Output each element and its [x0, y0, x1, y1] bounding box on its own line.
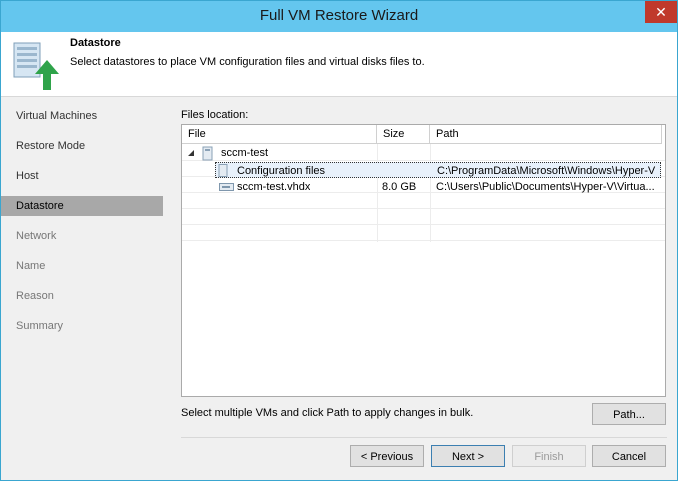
config-name: Configuration files — [237, 165, 326, 177]
step-name: Name — [16, 260, 46, 272]
step-network: Network — [16, 230, 57, 242]
title-bar: Full VM Restore Wizard ✕ — [1, 1, 677, 32]
column-header-size[interactable]: Size — [377, 125, 430, 144]
step-description: Select datastores to place VM configurat… — [70, 56, 425, 68]
column-header-path[interactable]: Path — [430, 125, 662, 144]
disk-size: 8.0 GB — [382, 181, 417, 193]
step-restore-mode[interactable]: Restore Mode — [1, 136, 163, 156]
step-title: Datastore — [70, 37, 121, 49]
disk-name: sccm-test.vhdx — [237, 181, 311, 193]
close-button[interactable]: ✕ — [645, 1, 677, 23]
vm-name: sccm-test — [221, 147, 269, 159]
datastore-upload-icon — [13, 42, 59, 90]
tree-row-configuration[interactable]: Configuration files C:\ProgramData\Micro… — [215, 162, 661, 178]
cancel-button[interactable]: Cancel — [592, 445, 666, 467]
files-table[interactable]: File Size Path ◢ sccm-test Configuration… — [181, 124, 666, 397]
step-datastore[interactable]: Datastore — [1, 196, 163, 216]
disk-path: C:\Users\Public\Documents\Hyper-V\Virtua… — [436, 181, 655, 193]
column-header-file[interactable]: File — [182, 125, 377, 144]
step-summary: Summary — [16, 320, 64, 332]
next-button[interactable]: Next > — [431, 445, 505, 467]
window-title: Full VM Restore Wizard — [259, 7, 419, 24]
wizard-header: Datastore Select datastores to place VM … — [1, 32, 677, 97]
config-file-icon — [218, 164, 228, 177]
footer-separator — [181, 437, 667, 438]
finish-button: Finish — [512, 445, 586, 467]
tree-row-disk[interactable]: sccm-test.vhdx 8.0 GB C:\Users\Public\Do… — [182, 179, 665, 195]
wizard-window: Full VM Restore Wizard ✕ Datastore Selec… — [0, 0, 678, 481]
row-divider — [182, 208, 665, 209]
step-virtual-machines[interactable]: Virtual Machines — [1, 106, 163, 126]
step-reason: Reason — [16, 290, 54, 302]
tree-row-vm[interactable]: ◢ sccm-test — [182, 145, 665, 161]
previous-button[interactable]: < Previous — [350, 445, 424, 467]
path-button[interactable]: Path... — [592, 403, 666, 425]
row-divider — [182, 240, 665, 241]
files-location-label: Files location: — [181, 109, 249, 121]
collapse-arrow-icon[interactable]: ◢ — [188, 145, 194, 161]
row-divider — [182, 224, 665, 225]
wizard-steps-sidebar: Virtual Machines Restore Mode Host Datas… — [1, 97, 164, 437]
step-host[interactable]: Host — [1, 166, 163, 186]
bulk-path-hint: Select multiple VMs and click Path to ap… — [181, 407, 474, 419]
disk-icon — [219, 183, 234, 191]
config-path: C:\ProgramData\Microsoft\Windows\Hyper-V — [437, 165, 656, 177]
vm-icon — [202, 146, 213, 161]
close-icon: ✕ — [655, 4, 667, 20]
